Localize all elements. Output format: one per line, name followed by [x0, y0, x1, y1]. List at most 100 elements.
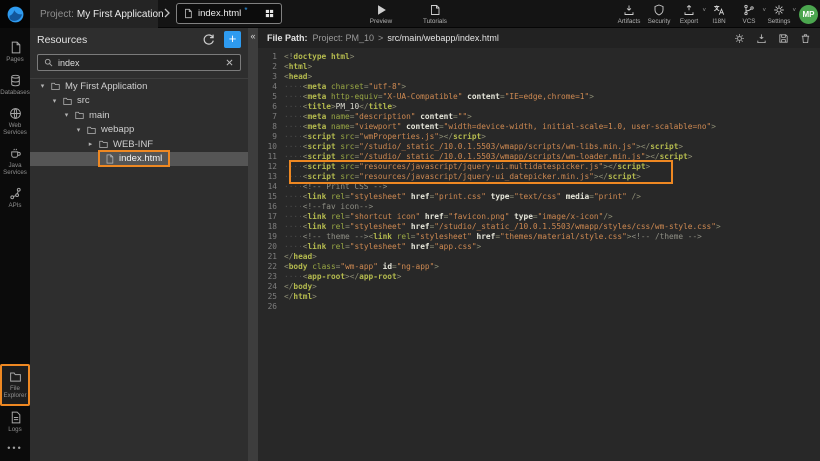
resource-search-box[interactable] [37, 54, 241, 71]
folder-icon [9, 370, 22, 383]
unsaved-marker: * [244, 6, 247, 15]
tree-item-webapp[interactable]: ▾ webapp [30, 123, 248, 138]
sidebar-more-button[interactable]: ••• [7, 439, 22, 461]
line-number: 25 [258, 292, 284, 302]
line-number: 3 [258, 72, 284, 82]
file-path-bar: File Path: Project: PM_10 > src/main/web… [258, 28, 820, 48]
resources-panel: Resources + ▾ My First Application ▾src▾ma… [30, 28, 248, 461]
code-line: 12····<script src="resources/javascript/… [258, 162, 820, 172]
shield-icon [653, 4, 665, 16]
line-number: 10 [258, 142, 284, 152]
line-number: 20 [258, 242, 284, 252]
topbar-action-label: Settings [768, 18, 791, 25]
caret-down-icon[interactable]: ▾ [62, 111, 71, 119]
wavemaker-logo[interactable] [0, 0, 30, 28]
folder-icon [74, 110, 85, 120]
sidebar-item-databases[interactable]: Databases [0, 69, 30, 102]
project-name: My First Application [77, 9, 164, 20]
topbar-action-settings[interactable]: Settings˅ [764, 0, 794, 28]
resources-header: Resources + [30, 28, 248, 51]
code-line: 10····<script src="/studio/_static_/10.0… [258, 142, 820, 152]
panel-resize-strip[interactable]: « [248, 28, 258, 461]
code-line: 13····<script src="resources/javascript/… [258, 172, 820, 182]
folder-icon [98, 139, 109, 149]
play-icon [375, 4, 387, 16]
project-label: Project: [40, 9, 74, 20]
caret-down-icon[interactable]: ▾ [38, 82, 47, 90]
line-number: 11 [258, 152, 284, 162]
search-input[interactable] [58, 58, 220, 68]
line-number: 17 [258, 212, 284, 222]
caret-down-icon[interactable]: ▾ [50, 97, 59, 105]
grid-icon[interactable] [264, 8, 275, 19]
tree-item-index.html[interactable]: index.html [30, 152, 248, 167]
tree-item-label: My First Application [65, 81, 147, 92]
sidebar-item-java-services[interactable]: Java Services [0, 142, 30, 182]
line-number: 16 [258, 202, 284, 212]
topbar-action-vcs[interactable]: VCS˅ [734, 0, 764, 28]
file-path-value: src/main/webapp/index.html [387, 33, 499, 43]
chevron-down-icon[interactable]: ˅ [792, 8, 796, 14]
file-path-project: Project: PM_10 [313, 33, 375, 43]
topbar-action-tutorials[interactable]: Tutorials [420, 0, 450, 28]
tree-item-label: index.html [119, 153, 162, 164]
code-line: 3<head> [258, 72, 820, 82]
sidebar-item-logs[interactable]: Logs [0, 406, 30, 439]
tree-item-main[interactable]: ▾main [30, 108, 248, 123]
topbar-action-label: Security [648, 18, 671, 25]
caret-right-icon[interactable]: ▸ [86, 140, 95, 148]
sidebar-item-label: Logs [8, 426, 21, 433]
topbar-action-security[interactable]: Security [644, 0, 674, 28]
save-file-button[interactable] [778, 33, 789, 44]
file-path-label: File Path: [267, 33, 308, 43]
add-resource-button[interactable]: + [224, 31, 241, 48]
sidebar-item-label: Web Services [0, 122, 30, 136]
gear-icon [773, 4, 785, 16]
topbar-action-artifacts[interactable]: Artifacts [614, 0, 644, 28]
sidebar-item-label: Pages [6, 56, 24, 63]
user-avatar[interactable]: MP [799, 5, 818, 24]
caret-down-icon[interactable]: ▾ [74, 126, 83, 134]
code-line: 23····<app-root></app-root> [258, 272, 820, 282]
line-number: 5 [258, 92, 284, 102]
api-icon [9, 187, 22, 200]
sidebar-item-pages[interactable]: Pages [0, 36, 30, 69]
coffee-icon [9, 147, 22, 160]
editor-settings-button[interactable] [734, 33, 745, 44]
sidebar-item-label: Java Services [0, 162, 30, 176]
refresh-icon[interactable] [202, 33, 215, 46]
page-icon [9, 41, 22, 54]
sidebar-item-file-explorer[interactable]: File Explorer [0, 364, 30, 406]
line-number: 26 [258, 302, 284, 312]
code-line: 24</body> [258, 282, 820, 292]
line-number: 8 [258, 122, 284, 132]
download-icon [623, 4, 635, 16]
tree-item-label: webapp [101, 124, 134, 135]
topbar-action-i18n[interactable]: I18N [704, 0, 734, 28]
database-icon [9, 74, 22, 87]
sidebar-item-apis[interactable]: APIs [0, 182, 30, 215]
line-number: 18 [258, 222, 284, 232]
code-line: 6····<title>PM_10</title> [258, 102, 820, 112]
code-line: 7····<meta name="description" content=""… [258, 112, 820, 122]
topbar-action-export[interactable]: Export˅ [674, 0, 704, 28]
delete-file-button[interactable] [800, 33, 811, 44]
download-file-button[interactable] [756, 33, 767, 44]
line-number: 13 [258, 172, 284, 182]
line-number: 23 [258, 272, 284, 282]
topbar-action-preview[interactable]: Preview [366, 0, 396, 28]
code-area[interactable]: 1<!doctype html>2<html>3<head>4····<meta… [258, 48, 820, 461]
tree-item-src[interactable]: ▾src [30, 94, 248, 109]
clear-search-icon[interactable] [225, 58, 234, 67]
topbar-action-label: Export [680, 18, 698, 25]
line-number: 22 [258, 262, 284, 272]
tree-item-my-first-application[interactable]: ▾ My First Application [30, 79, 248, 94]
line-number: 6 [258, 102, 284, 112]
sidebar-item-web-services[interactable]: Web Services [0, 102, 30, 142]
collapse-panel-icon[interactable]: « [248, 28, 258, 44]
project-title: Project: My First Application [30, 0, 158, 28]
tab-index-html[interactable]: index.html * [176, 3, 282, 24]
folder-icon [50, 81, 61, 91]
line-number: 2 [258, 62, 284, 72]
globe-icon [9, 107, 22, 120]
